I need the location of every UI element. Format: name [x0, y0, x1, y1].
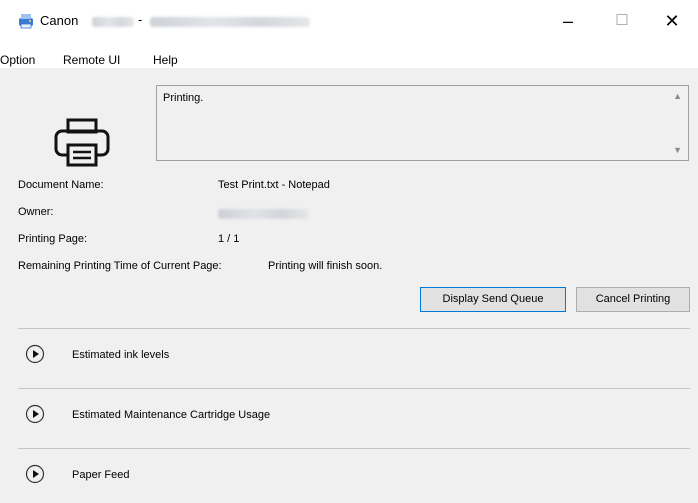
printer-address-redacted: [150, 17, 310, 27]
section-paper-feed[interactable]: Paper Feed: [72, 469, 129, 481]
remaining-time-value: Printing will finish soon.: [268, 260, 383, 272]
window-title: Canon: [40, 13, 79, 28]
divider: [18, 448, 690, 449]
section-ink-levels[interactable]: Estimated ink levels: [72, 349, 169, 361]
owner-label: Owner:: [18, 206, 54, 218]
expand-maintenance-icon[interactable]: [25, 404, 45, 424]
owner-value-redacted: [218, 209, 308, 219]
menu-help[interactable]: Help: [153, 53, 178, 67]
close-button[interactable]: ✕: [652, 8, 692, 34]
expand-ink-levels-icon[interactable]: [25, 344, 45, 364]
printing-page-value: 1 / 1: [218, 233, 240, 245]
divider: [18, 328, 690, 329]
document-name-value: Test Print.txt - Notepad: [218, 179, 330, 191]
scroll-down-arrow[interactable]: ▼: [673, 145, 682, 155]
cancel-printing-button[interactable]: Cancel Printing: [576, 287, 690, 312]
status-message-box[interactable]: Printing. ▲ ▼: [156, 85, 689, 161]
menu-bar: Option Remote UI Help: [0, 40, 698, 68]
document-name-label: Document Name:: [18, 179, 104, 191]
maximize-button[interactable]: ☐: [602, 8, 642, 34]
section-maintenance-cartridge[interactable]: Estimated Maintenance Cartridge Usage: [72, 409, 270, 421]
printing-page-label: Printing Page:: [18, 233, 88, 245]
printer-model-redacted: [92, 17, 134, 27]
expand-paper-feed-icon[interactable]: [25, 464, 45, 484]
divider: [18, 388, 690, 389]
title-separator: -: [138, 12, 143, 27]
status-message: Printing.: [163, 92, 204, 104]
remaining-time-label: Remaining Printing Time of Current Page:: [18, 260, 222, 272]
canon-app-icon: [19, 14, 33, 29]
title-bar: Canon - – ☐ ✕: [0, 0, 698, 40]
scroll-up-arrow[interactable]: ▲: [673, 91, 682, 101]
menu-option[interactable]: Option: [0, 53, 35, 67]
minimize-button[interactable]: –: [548, 8, 588, 34]
printer-icon: [54, 118, 110, 167]
menu-remote-ui[interactable]: Remote UI: [63, 53, 120, 67]
display-send-queue-button[interactable]: Display Send Queue: [420, 287, 566, 312]
